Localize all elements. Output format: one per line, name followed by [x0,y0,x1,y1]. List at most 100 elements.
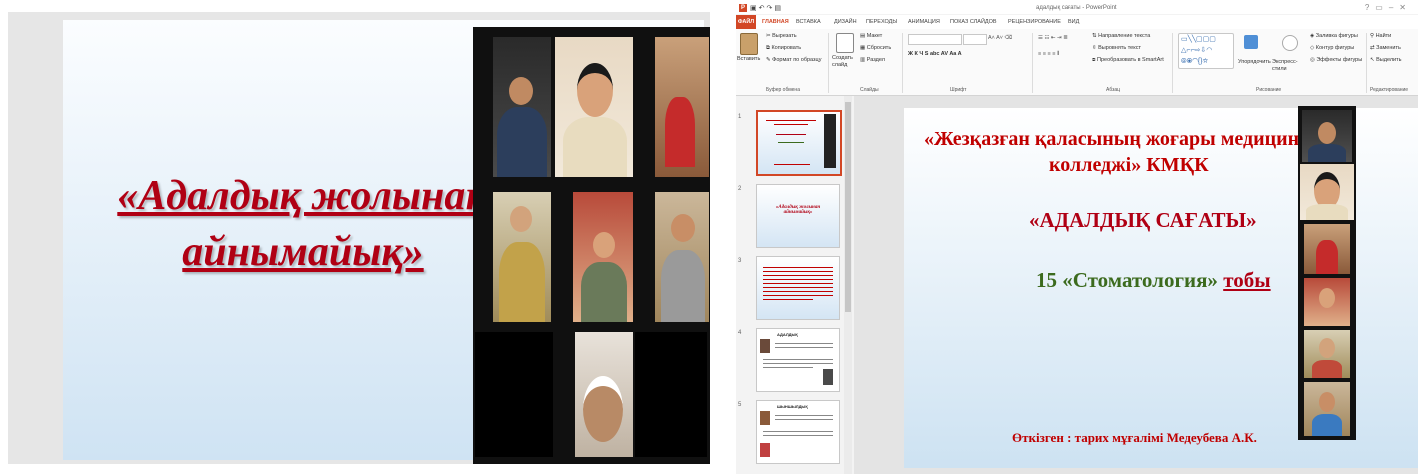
cut-button[interactable]: ✂ Вырезать [766,33,797,39]
video-tile[interactable] [1300,164,1354,220]
participant-avatar [583,376,623,442]
participant-avatar [1319,338,1335,358]
layout-button[interactable]: ▤ Макет [860,33,882,39]
restore-icon[interactable]: ▭ [1375,3,1389,12]
slide-number: 3 [738,258,742,264]
slide-thumbnail-5[interactable]: ШЫНШЫЛДЫҚ [756,400,840,464]
replace-button[interactable]: ⇄ Заменить [1370,45,1401,51]
powerpoint-logo-icon: P [739,4,747,12]
smartart-button[interactable]: ⧈ Преобразовать в SmartArt [1092,57,1164,64]
video-tile[interactable] [575,332,633,457]
arrange-button[interactable]: Упорядочить [1238,59,1271,65]
font-size-combo[interactable] [963,34,987,45]
video-tile[interactable] [555,37,633,177]
find-button[interactable]: ⚲ Найти [1370,33,1391,39]
slide-thumbnail-2[interactable]: «Адалдық жолынан айнымайық» [756,184,840,248]
undo-icon[interactable]: ↶ [759,5,767,12]
video-tile[interactable] [573,192,633,322]
video-tile[interactable] [1304,330,1350,378]
slide-subtitle[interactable]: «АДАЛДЫҚ САҒАТЫ» [1029,208,1257,233]
video-tile[interactable] [655,192,709,322]
reset-button[interactable]: ▦ Сбросить [860,45,891,51]
powerpoint-window: P ▣↶↷▤ адалдық сағаты - PowerPoint ?▭–✕ … [736,2,1418,474]
format-painter-button[interactable]: ✎ Формат по образцу [766,57,821,63]
participant-avatar [509,77,533,105]
video-tile[interactable] [1304,224,1350,274]
participant-avatar [593,232,615,258]
reset-icon: ▦ [860,45,867,51]
slide-heading-line1[interactable]: «Жезқазған қаласының жоғары медициналық [924,128,1348,151]
video-tile[interactable] [1304,382,1350,436]
slide-thumbnail-1[interactable] [756,110,842,176]
slide-thumbnail-4[interactable]: АДАЛДЫҚ [756,328,840,392]
participant-avatar [577,63,613,117]
participant-avatar [671,214,695,242]
align-buttons[interactable]: ≡ ≡ ≡ ≡ ⫴ [1038,51,1059,58]
new-slide-icon[interactable] [836,33,854,53]
video-tile[interactable] [1302,110,1352,162]
slide-group-line[interactable]: 15 «Стоматология» тобы [1036,268,1271,293]
close-icon[interactable]: ✕ [1399,3,1412,12]
shape-effects-button[interactable]: ◎ Эффекты фигуры [1310,57,1362,63]
list-buttons[interactable]: ☰ ☷ ⇤ ⇥ ≣ [1038,35,1068,41]
tab-slideshow[interactable]: ПОКАЗ СЛАЙДОВ [950,19,997,25]
tab-insert[interactable]: ВСТАВКА [796,19,821,25]
slide-thumbnail-3[interactable] [756,256,840,320]
quick-styles-icon[interactable] [1282,35,1298,51]
arrange-icon[interactable] [1244,35,1258,49]
new-slide-button[interactable]: Создать слайд [832,55,860,69]
video-call-strip [1298,106,1356,440]
participant-avatar [1319,288,1335,308]
minimize-icon[interactable]: – [1389,3,1399,12]
paste-button[interactable]: Вставить [737,56,760,62]
tab-animation[interactable]: АНИМАЦИЯ [908,19,940,25]
slide-number: 4 [738,330,742,336]
video-tile[interactable] [493,192,551,322]
left-screenshot: «Адалдық жолынан айнымайық» [8,12,710,464]
title-bar: P ▣↶↷▤ адалдық сағаты - PowerPoint ?▭–✕ [736,2,1418,14]
font-family-combo[interactable] [908,34,962,45]
quick-styles-button[interactable]: Экспресс-стили [1272,59,1312,73]
quick-access-toolbar[interactable]: ▣↶↷▤ [750,4,783,12]
shape-fill-button[interactable]: ◈ Заливка фигуры [1310,33,1358,39]
paragraph-group-label: Абзац [1106,87,1121,93]
section-icon: ▥ [860,57,867,63]
slide-presenter-line[interactable]: Өткізген : тарих мұғалімі Медеубева А.К. [1012,430,1257,446]
section-button[interactable]: ▥ Раздел [860,57,885,63]
tab-home[interactable]: ГЛАВНАЯ [762,19,789,25]
text-direction-button[interactable]: ⇅ Направление текста [1092,33,1150,39]
tab-view[interactable]: ВИД [1068,19,1079,25]
window-controls[interactable]: ?▭–✕ [1365,3,1412,12]
shapes-gallery[interactable]: ▭╲╲▢▢▢ △⌐⌐⇨⇩◠ ⦾⦿◠{}☆ [1178,33,1234,69]
video-tile[interactable] [635,332,707,457]
slide-number: 2 [738,186,742,192]
tab-file[interactable]: ФАЙЛ [736,15,756,29]
slides-group-label: Слайды [860,87,879,93]
tab-design[interactable]: ДИЗАЙН [834,19,857,25]
align-text-button[interactable]: ⇳ Выровнять текст [1092,45,1141,51]
participant-avatar [1318,122,1336,144]
video-tile[interactable] [475,332,553,457]
drawing-group-label: Рисование [1256,87,1282,93]
video-tile[interactable] [655,37,709,177]
shape-outline-button[interactable]: ◇ Контур фигуры [1310,45,1354,51]
present-icon[interactable]: ▤ [774,5,783,12]
font-style-buttons[interactable]: Ж К Ч S abc AV Aa A [908,51,962,57]
font-group-label: Шрифт [950,87,967,93]
video-tile[interactable] [493,37,551,177]
font-size-buttons[interactable]: A˄ A˅ ⌫ [988,35,1012,41]
video-tile[interactable] [1304,278,1350,326]
help-icon[interactable]: ? [1365,3,1375,12]
slide-title: «Адалдық жолынан айнымайық» [117,173,489,275]
save-icon[interactable]: ▣ [750,5,759,12]
slide-heading-line2[interactable]: колледжі» КМҚК [1049,154,1209,177]
scrollbar-thumb[interactable] [845,102,851,312]
participant-avatar [510,206,532,232]
thumbnails-scrollbar[interactable] [844,96,852,474]
copy-button[interactable]: ⧉ Копировать [766,45,801,52]
paste-icon[interactable] [740,33,758,55]
tab-review[interactable]: РЕЦЕНЗИРОВАНИЕ [1008,19,1061,25]
tab-transitions[interactable]: ПЕРЕХОДЫ [866,19,897,25]
clipboard-group-label: Буфер обмена [766,87,800,93]
select-button[interactable]: ↖ Выделить [1370,57,1402,63]
